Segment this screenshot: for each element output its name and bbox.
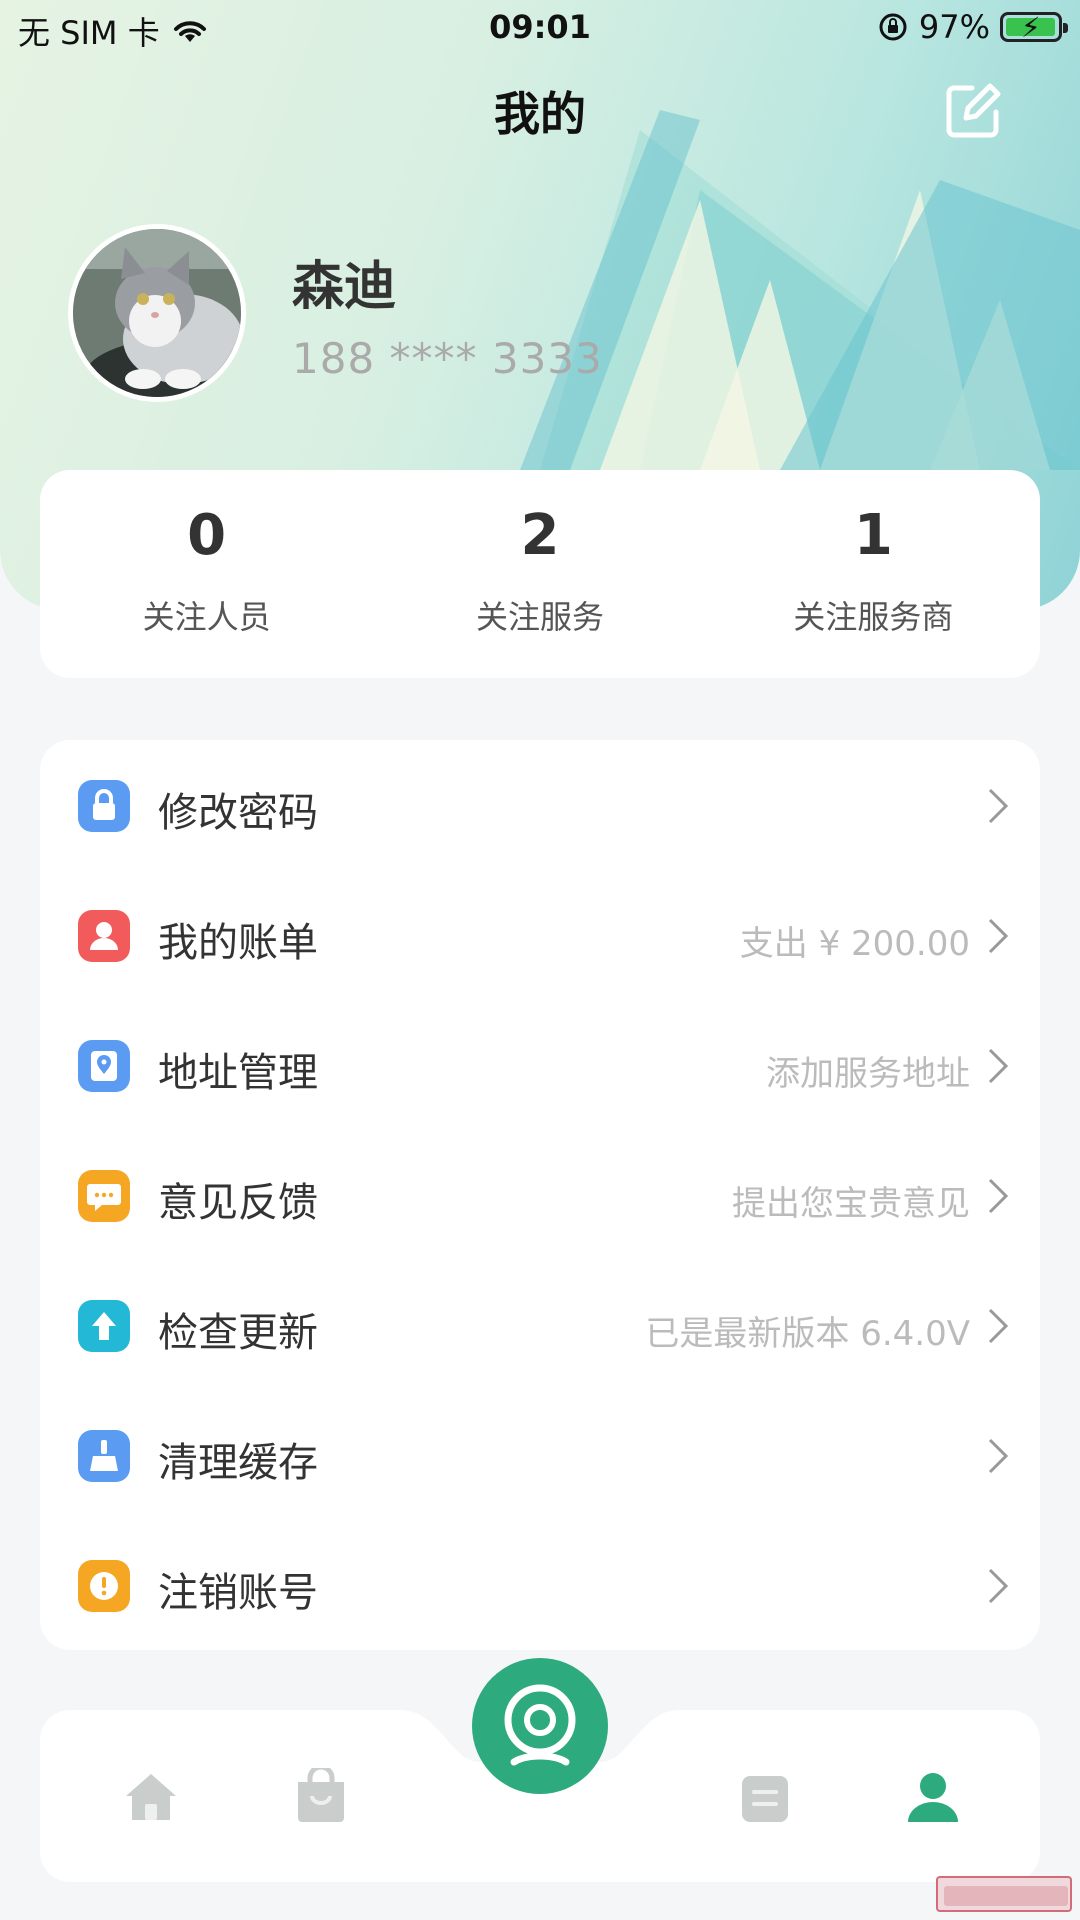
tab-profile-icon[interactable] (904, 1768, 962, 1826)
upload-icon (78, 1300, 130, 1352)
stat-followed-providers[interactable]: 1 关注服务商 (707, 470, 1040, 678)
chevron-right-icon (988, 918, 1009, 954)
location-icon (78, 1040, 130, 1092)
chevron-right-icon (988, 1308, 1009, 1344)
settings-menu: 修改密码 我的账单 支出 ¥ 200.00 地址管理 添加服务地址 意见反馈 提… (40, 740, 1040, 1650)
stat-value: 0 (187, 503, 227, 568)
menu-value: 支出 ¥ 200.00 (739, 924, 970, 964)
menu-item-my-bills[interactable]: 我的账单 支出 ¥ 200.00 (40, 870, 1040, 1000)
user-icon (78, 910, 130, 962)
page-title: 我的 (494, 87, 586, 141)
stat-label: 关注服务商 (793, 598, 954, 636)
menu-item-change-password[interactable]: 修改密码 (40, 740, 1040, 870)
menu-value: 提出您宝贵意见 (732, 1184, 970, 1224)
alert-icon (78, 1560, 130, 1612)
camera-icon (504, 1684, 576, 1766)
menu-item-clear-cache[interactable]: 清理缓存 (40, 1390, 1040, 1520)
stats-card: 0 关注人员 2 关注服务 1 关注服务商 (40, 470, 1040, 678)
broom-icon (78, 1430, 130, 1482)
tab-bar (40, 1658, 1040, 1882)
status-right: 97% ⚡ (877, 8, 1068, 46)
menu-label: 我的账单 (158, 920, 318, 966)
chevron-right-icon (988, 1438, 1009, 1474)
menu-item-address-management[interactable]: 地址管理 添加服务地址 (40, 1000, 1040, 1130)
chevron-right-icon (988, 788, 1009, 824)
menu-label: 修改密码 (158, 790, 318, 836)
menu-item-check-update[interactable]: 检查更新 已是最新版本 6.4.0V (40, 1260, 1040, 1390)
battery-icon: ⚡ (1000, 11, 1068, 44)
stat-label: 关注人员 (142, 598, 271, 636)
menu-label: 意见反馈 (158, 1180, 318, 1226)
stat-label: 关注服务 (475, 598, 604, 636)
menu-value: 已是最新版本 6.4.0V (645, 1314, 970, 1354)
tab-orders-icon[interactable] (736, 1768, 794, 1826)
battery-tip (1063, 23, 1068, 33)
charging-bolt-icon: ⚡ (1021, 11, 1041, 44)
watermark-logo (936, 1876, 1072, 1912)
battery-percent: 97% (918, 8, 990, 46)
lock-icon (78, 780, 130, 832)
chevron-right-icon (988, 1568, 1009, 1604)
chevron-right-icon (988, 1048, 1009, 1084)
user-phone: 188 **** 3333 (292, 334, 603, 383)
chat-icon (78, 1170, 130, 1222)
tab-services-icon[interactable] (292, 1768, 350, 1826)
menu-label: 清理缓存 (158, 1440, 318, 1486)
menu-label: 注销账号 (158, 1570, 318, 1616)
stat-followed-people[interactable]: 0 关注人员 (40, 470, 373, 678)
avatar[interactable] (68, 224, 246, 402)
status-bar: 无 SIM 卡 09:01 97% ⚡ (0, 0, 1080, 56)
menu-value: 添加服务地址 (766, 1054, 970, 1094)
user-name: 森迪 (292, 257, 397, 317)
tab-home-icon[interactable] (122, 1768, 180, 1826)
menu-item-delete-account[interactable]: 注销账号 (40, 1520, 1040, 1650)
menu-label: 地址管理 (158, 1050, 318, 1096)
center-camera-button[interactable] (472, 1658, 608, 1794)
chevron-right-icon (988, 1178, 1009, 1214)
orientation-lock-icon (879, 13, 907, 41)
edit-icon[interactable] (944, 82, 1002, 140)
stat-value: 2 (520, 503, 560, 568)
stat-followed-services[interactable]: 2 关注服务 (373, 470, 706, 678)
stat-value: 1 (853, 503, 893, 568)
menu-label: 检查更新 (158, 1310, 318, 1356)
menu-item-feedback[interactable]: 意见反馈 提出您宝贵意见 (40, 1130, 1040, 1260)
